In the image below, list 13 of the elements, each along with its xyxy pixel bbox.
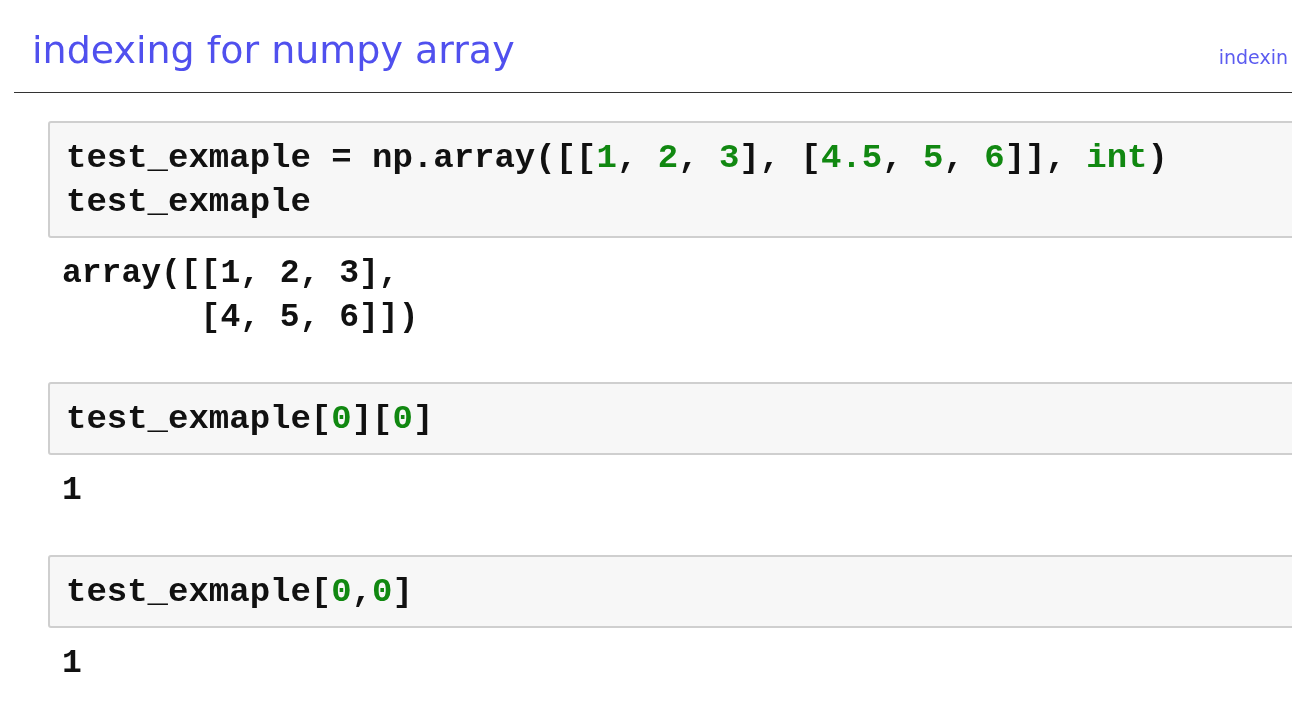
page-title: indexing for numpy array (32, 27, 515, 74)
output-line: array([[1, 2, 3], (62, 254, 399, 294)
output-line: 1 (62, 644, 82, 684)
output-line: [4, 5, 6]]) (199, 298, 419, 338)
code-line: test_exmaple = np.array([[1, 2, 3], [4.5, 5, 6]], int) (66, 138, 1168, 179)
code-line: test_exmaple[0,0] (66, 572, 413, 613)
code-input-cell[interactable]: test_exmaple = np.array([[1, 2, 3], [4.5, 5, 6]], int) test_exmaple (48, 121, 1292, 238)
code-input-cell[interactable]: test_exmaple[0][0] (48, 382, 1292, 455)
code-line: test_exmaple (66, 182, 311, 223)
nav-link[interactable]: indexin (1218, 46, 1288, 68)
code-input-cell[interactable]: test_exmaple[0,0] (48, 555, 1292, 628)
output-line: 1 (62, 471, 82, 511)
code-line: test_exmaple[0][0] (66, 399, 434, 440)
